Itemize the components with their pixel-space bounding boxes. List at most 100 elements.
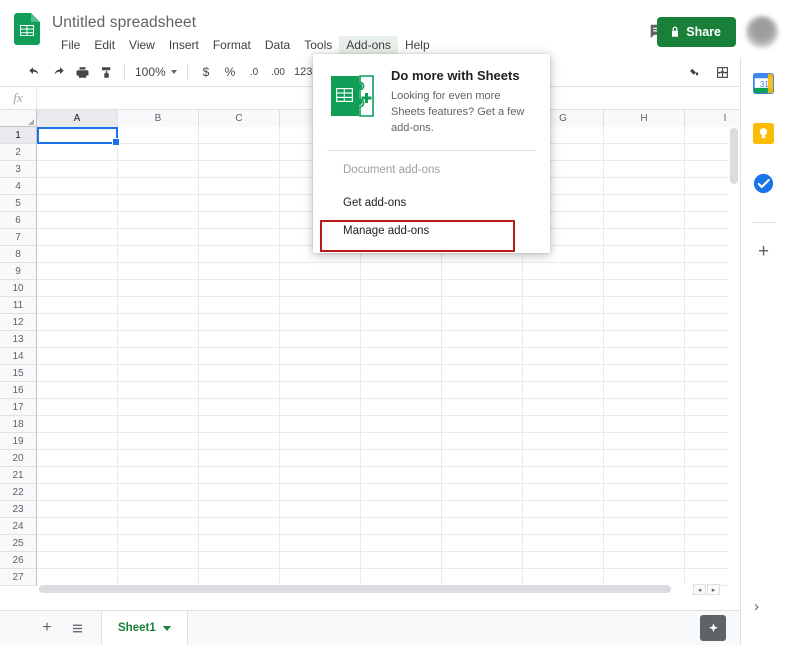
cell-H23[interactable] bbox=[604, 501, 685, 518]
cell-B4[interactable] bbox=[118, 178, 199, 195]
cell-C21[interactable] bbox=[199, 467, 280, 484]
cell-H20[interactable] bbox=[604, 450, 685, 467]
menu-format[interactable]: Format bbox=[206, 36, 258, 56]
cell-C17[interactable] bbox=[199, 399, 280, 416]
cell-G24[interactable] bbox=[523, 518, 604, 535]
cell-E25[interactable] bbox=[361, 535, 442, 552]
column-header-H[interactable]: H bbox=[604, 110, 685, 127]
cell-H13[interactable] bbox=[604, 331, 685, 348]
cell-C8[interactable] bbox=[199, 246, 280, 263]
cell-E22[interactable] bbox=[361, 484, 442, 501]
redo-icon[interactable] bbox=[46, 60, 70, 84]
cell-E9[interactable] bbox=[361, 263, 442, 280]
cell-B2[interactable] bbox=[118, 144, 199, 161]
row-header-12[interactable]: 12 bbox=[0, 314, 37, 331]
cell-H18[interactable] bbox=[604, 416, 685, 433]
cell-B15[interactable] bbox=[118, 365, 199, 382]
cell-A11[interactable] bbox=[37, 297, 118, 314]
cell-F15[interactable] bbox=[442, 365, 523, 382]
cell-F21[interactable] bbox=[442, 467, 523, 484]
cell-D12[interactable] bbox=[280, 314, 361, 331]
scroll-left-arrow[interactable]: ◂ bbox=[693, 584, 706, 595]
google-keep-icon[interactable] bbox=[753, 122, 775, 144]
cell-C4[interactable] bbox=[199, 178, 280, 195]
cell-B9[interactable] bbox=[118, 263, 199, 280]
cell-D25[interactable] bbox=[280, 535, 361, 552]
scroll-right-arrow[interactable]: ▸ bbox=[707, 584, 720, 595]
row-header-6[interactable]: 6 bbox=[0, 212, 37, 229]
cell-B12[interactable] bbox=[118, 314, 199, 331]
cell-A6[interactable] bbox=[37, 212, 118, 229]
cell-A9[interactable] bbox=[37, 263, 118, 280]
cell-H16[interactable] bbox=[604, 382, 685, 399]
cell-G25[interactable] bbox=[523, 535, 604, 552]
cell-F19[interactable] bbox=[442, 433, 523, 450]
print-icon[interactable] bbox=[70, 60, 94, 84]
cell-H2[interactable] bbox=[604, 144, 685, 161]
cell-H19[interactable] bbox=[604, 433, 685, 450]
menu-view[interactable]: View bbox=[122, 36, 162, 56]
cell-E10[interactable] bbox=[361, 280, 442, 297]
cell-H10[interactable] bbox=[604, 280, 685, 297]
cell-D22[interactable] bbox=[280, 484, 361, 501]
row-header-5[interactable]: 5 bbox=[0, 195, 37, 212]
cell-H21[interactable] bbox=[604, 467, 685, 484]
cell-B1[interactable] bbox=[118, 127, 199, 144]
avatar[interactable] bbox=[746, 16, 778, 48]
cell-E23[interactable] bbox=[361, 501, 442, 518]
row-header-25[interactable]: 25 bbox=[0, 535, 37, 552]
zoom-selector[interactable]: 100% bbox=[131, 60, 181, 84]
cell-G9[interactable] bbox=[523, 263, 604, 280]
cell-B18[interactable] bbox=[118, 416, 199, 433]
cell-F13[interactable] bbox=[442, 331, 523, 348]
cell-F23[interactable] bbox=[442, 501, 523, 518]
cell-B3[interactable] bbox=[118, 161, 199, 178]
percent-format-button[interactable]: % bbox=[218, 60, 242, 84]
cell-E12[interactable] bbox=[361, 314, 442, 331]
cell-H15[interactable] bbox=[604, 365, 685, 382]
cell-B16[interactable] bbox=[118, 382, 199, 399]
row-header-21[interactable]: 21 bbox=[0, 467, 37, 484]
cell-E11[interactable] bbox=[361, 297, 442, 314]
cell-D14[interactable] bbox=[280, 348, 361, 365]
expand-sidebar-icon[interactable]: › bbox=[754, 598, 759, 615]
cell-C18[interactable] bbox=[199, 416, 280, 433]
cell-B14[interactable] bbox=[118, 348, 199, 365]
cell-B24[interactable] bbox=[118, 518, 199, 535]
cell-H11[interactable] bbox=[604, 297, 685, 314]
cell-H1[interactable] bbox=[604, 127, 685, 144]
cell-H12[interactable] bbox=[604, 314, 685, 331]
chevron-down-icon[interactable] bbox=[162, 625, 171, 631]
row-header-11[interactable]: 11 bbox=[0, 297, 37, 314]
cell-C15[interactable] bbox=[199, 365, 280, 382]
cell-B7[interactable] bbox=[118, 229, 199, 246]
cell-A4[interactable] bbox=[37, 178, 118, 195]
menu-file[interactable]: File bbox=[54, 36, 87, 56]
cell-C23[interactable] bbox=[199, 501, 280, 518]
google-tasks-icon[interactable] bbox=[753, 172, 775, 194]
cell-E16[interactable] bbox=[361, 382, 442, 399]
cell-C13[interactable] bbox=[199, 331, 280, 348]
select-all-corner[interactable] bbox=[0, 110, 37, 127]
cell-A26[interactable] bbox=[37, 552, 118, 569]
cell-F12[interactable] bbox=[442, 314, 523, 331]
paint-format-icon[interactable] bbox=[94, 60, 118, 84]
cell-G10[interactable] bbox=[523, 280, 604, 297]
cell-D21[interactable] bbox=[280, 467, 361, 484]
cell-A2[interactable] bbox=[37, 144, 118, 161]
cell-F26[interactable] bbox=[442, 552, 523, 569]
cell-C5[interactable] bbox=[199, 195, 280, 212]
increase-decimal-button[interactable]: .00 bbox=[266, 60, 290, 84]
cell-G12[interactable] bbox=[523, 314, 604, 331]
cell-C3[interactable] bbox=[199, 161, 280, 178]
cell-D18[interactable] bbox=[280, 416, 361, 433]
cell-E15[interactable] bbox=[361, 365, 442, 382]
cell-E17[interactable] bbox=[361, 399, 442, 416]
cell-G21[interactable] bbox=[523, 467, 604, 484]
cell-A22[interactable] bbox=[37, 484, 118, 501]
google-calendar-icon[interactable]: 31 bbox=[753, 72, 775, 94]
row-header-10[interactable]: 10 bbox=[0, 280, 37, 297]
cell-H9[interactable] bbox=[604, 263, 685, 280]
cell-C14[interactable] bbox=[199, 348, 280, 365]
cell-A3[interactable] bbox=[37, 161, 118, 178]
